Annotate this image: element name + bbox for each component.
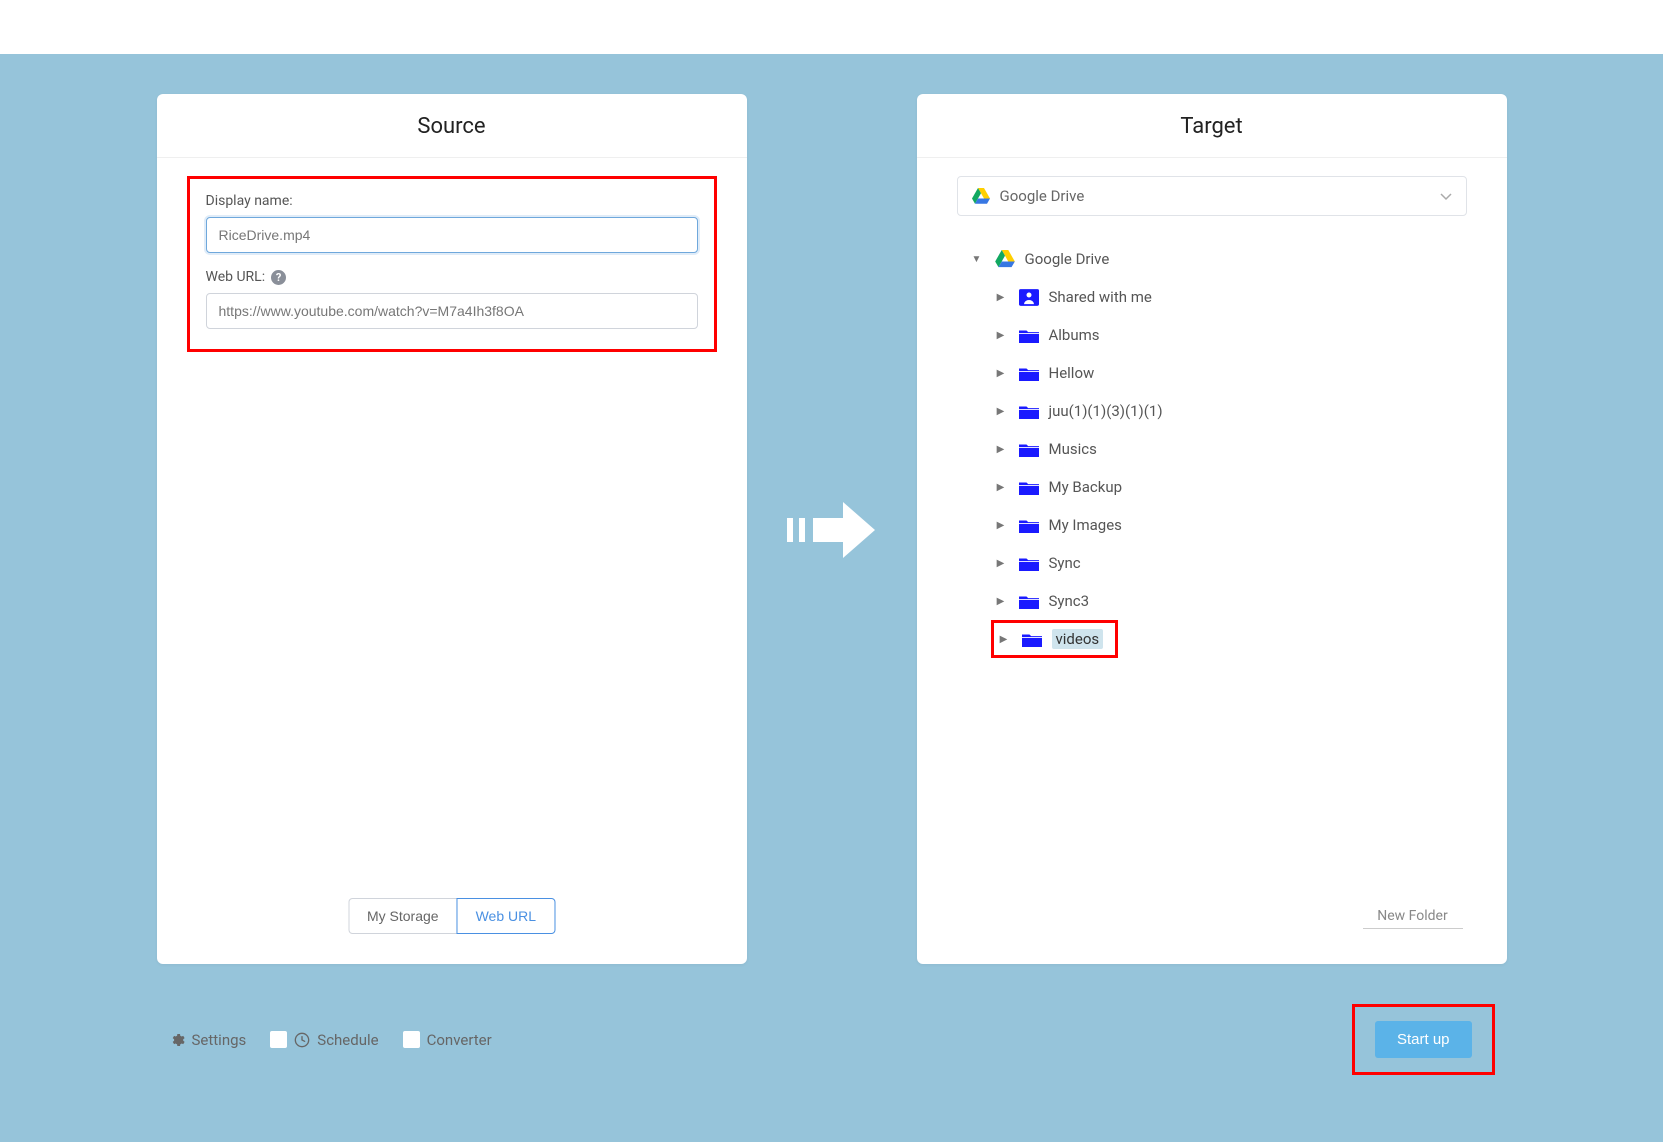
google-drive-icon: [972, 188, 990, 204]
source-highlight-box: Display name: Web URL: ?: [187, 176, 717, 352]
tree-item-label: videos: [1052, 629, 1104, 649]
tree-item-label: Sync: [1049, 554, 1081, 572]
tab-my-storage[interactable]: My Storage: [348, 898, 457, 934]
drive-selector[interactable]: Google Drive: [957, 176, 1467, 216]
folder-icon: [1017, 328, 1041, 343]
tree-root-google-drive[interactable]: ▼ Google Drive: [957, 240, 1467, 278]
target-title: Target: [917, 94, 1507, 158]
tree-item-label: Sync3: [1049, 592, 1090, 610]
tree-item[interactable]: ▶ My Backup: [995, 468, 1467, 506]
tree-item[interactable]: ▶ Albums: [995, 316, 1467, 354]
expand-icon[interactable]: ▶: [995, 292, 1007, 303]
tree-item-label: Albums: [1049, 326, 1100, 344]
google-drive-icon: [993, 250, 1017, 268]
expand-icon[interactable]: ▶: [995, 368, 1007, 379]
source-panel: Source Display name: Web URL: ? My Stora…: [157, 94, 747, 964]
drive-selector-label: Google Drive: [1000, 187, 1085, 205]
folder-icon: [1017, 442, 1041, 457]
display-name-input[interactable]: [206, 217, 698, 253]
schedule-toggle[interactable]: Schedule: [270, 1031, 378, 1049]
tree-item[interactable]: ▶ Hellow: [995, 354, 1467, 392]
new-folder-button[interactable]: New Folder: [1363, 908, 1463, 929]
tree-item[interactable]: ▶ My Images: [995, 506, 1467, 544]
tree-item[interactable]: ▶ Shared with me: [995, 278, 1467, 316]
start-up-button[interactable]: Start up: [1375, 1021, 1472, 1058]
folder-icon: [1017, 556, 1041, 571]
folder-icon: [1017, 594, 1041, 609]
expand-icon[interactable]: ▶: [995, 558, 1007, 569]
expand-icon[interactable]: ▶: [995, 596, 1007, 607]
tree-item[interactable]: ▶ videos: [991, 620, 1119, 658]
expand-icon[interactable]: ▶: [995, 482, 1007, 493]
chevron-down-icon: [1440, 187, 1452, 205]
checkbox-icon[interactable]: [270, 1031, 287, 1048]
folder-icon: [1017, 480, 1041, 495]
source-title: Source: [157, 94, 747, 158]
expand-icon[interactable]: ▶: [995, 406, 1007, 417]
tree-item-label: My Backup: [1049, 478, 1123, 496]
tree-item-label: juu(1)(1)(3)(1)(1): [1049, 402, 1163, 420]
arrow-icon: [787, 494, 877, 564]
tree-item[interactable]: ▶ Musics: [995, 430, 1467, 468]
bottom-bar: Settings Schedule Converter Start up: [157, 1004, 1507, 1075]
startup-highlight-box: Start up: [1352, 1004, 1495, 1075]
settings-button[interactable]: Settings: [169, 1031, 247, 1049]
tree-item[interactable]: ▶ juu(1)(1)(3)(1)(1): [995, 392, 1467, 430]
converter-toggle[interactable]: Converter: [403, 1031, 492, 1049]
tree-item-label: Musics: [1049, 440, 1097, 458]
folder-icon: [1017, 518, 1041, 533]
expand-icon[interactable]: ▶: [995, 444, 1007, 455]
folder-tree: ▼ Google Drive ▶ Shared with me ▶ Albums ▶ He…: [957, 240, 1467, 658]
display-name-label: Display name:: [206, 193, 698, 209]
tree-item-label: Hellow: [1049, 364, 1095, 382]
tab-web-url[interactable]: Web URL: [457, 898, 555, 934]
source-tabs: My Storage Web URL: [348, 898, 555, 934]
expand-icon[interactable]: ▶: [998, 634, 1010, 645]
web-url-label: Web URL: ?: [206, 269, 698, 285]
tree-item[interactable]: ▶ Sync3: [995, 582, 1467, 620]
folder-icon: [1017, 366, 1041, 381]
expand-icon[interactable]: ▶: [995, 330, 1007, 341]
folder-icon: [1020, 632, 1044, 647]
help-icon[interactable]: ?: [271, 270, 286, 285]
target-panel: Target Google Drive ▼: [917, 94, 1507, 964]
tree-item-label: My Images: [1049, 516, 1122, 534]
transfer-arrow: [747, 94, 917, 964]
expand-icon[interactable]: ▶: [995, 520, 1007, 531]
clock-icon: [294, 1032, 310, 1048]
tree-root-label: Google Drive: [1025, 250, 1110, 268]
collapse-icon[interactable]: ▼: [971, 254, 983, 265]
tree-item[interactable]: ▶ Sync: [995, 544, 1467, 582]
checkbox-icon[interactable]: [403, 1031, 420, 1048]
web-url-input[interactable]: [206, 293, 698, 329]
shared-folder-icon: [1017, 289, 1041, 306]
gear-icon: [169, 1032, 185, 1048]
folder-icon: [1017, 404, 1041, 419]
tree-item-label: Shared with me: [1049, 288, 1152, 306]
